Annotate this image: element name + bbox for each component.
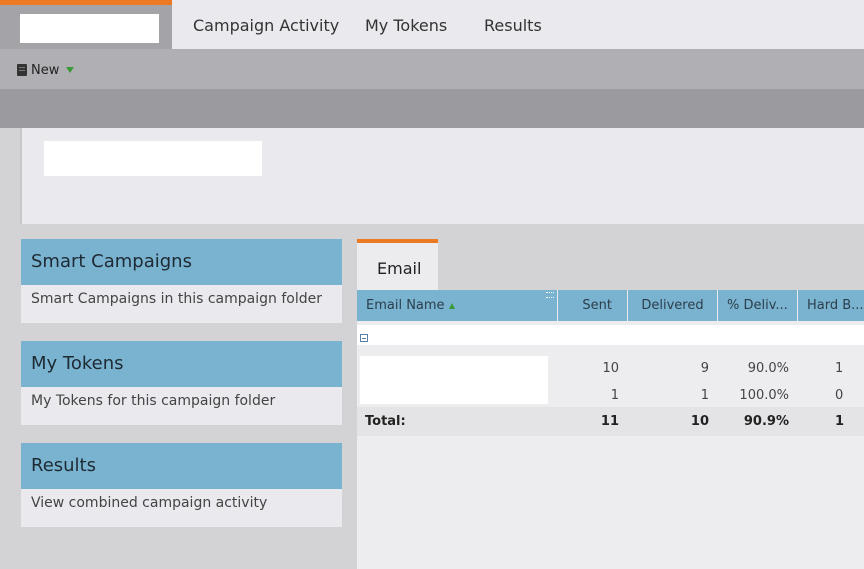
sort-ascending-icon: [448, 302, 455, 309]
card-description: View combined campaign activity: [31, 495, 268, 511]
new-button[interactable]: New: [17, 62, 75, 78]
row-2-delivered: 1: [700, 388, 709, 403]
tab-home[interactable]: [0, 0, 172, 49]
column-percent-delivered[interactable]: % Deliv...: [718, 290, 798, 321]
collapse-icon[interactable]: [360, 334, 368, 342]
row-1-delivered: 9: [700, 361, 709, 376]
header-band: [0, 89, 864, 128]
card-title[interactable]: Results: [21, 443, 342, 489]
tab-results[interactable]: Results: [484, 16, 542, 35]
total-delivered: 10: [690, 414, 709, 429]
card-title[interactable]: Smart Campaigns: [21, 239, 342, 285]
redacted-email-names: [360, 356, 548, 404]
new-button-label: New: [31, 62, 60, 78]
row-2-percent: 100.0%: [739, 388, 789, 403]
row-2-sent: 1: [610, 388, 619, 403]
column-sent[interactable]: Sent: [558, 290, 628, 321]
column-menu-icon[interactable]: [546, 292, 554, 298]
total-hard: 1: [835, 414, 845, 429]
card-results[interactable]: Results View combined campaign activity: [21, 443, 342, 527]
tab-my-tokens[interactable]: My Tokens: [365, 16, 447, 35]
card-description: Smart Campaigns in this campaign folder: [31, 291, 322, 307]
table-header: Email Name Sent Delivered % Deliv... Har…: [357, 290, 864, 321]
column-delivered[interactable]: Delivered: [628, 290, 718, 321]
header-panel: [20, 128, 864, 224]
tab-strip-background: [438, 239, 864, 290]
document-icon: [17, 64, 27, 76]
card-my-tokens[interactable]: My Tokens My Tokens for this campaign fo…: [21, 341, 342, 425]
row-1-percent: 90.0%: [747, 361, 789, 376]
group-row: [357, 325, 864, 345]
redacted-folder-name: [20, 14, 159, 43]
redacted-page-title: [44, 141, 262, 176]
card-smart-campaigns[interactable]: Smart Campaigns Smart Campaigns in this …: [21, 239, 342, 323]
tab-email[interactable]: Email: [357, 239, 438, 290]
card-title[interactable]: My Tokens: [21, 341, 342, 387]
row-1-hard: 1: [835, 361, 844, 376]
total-sent: 11: [600, 414, 619, 429]
toolbar: New: [0, 49, 864, 89]
tab-campaign-activity[interactable]: Campaign Activity: [193, 16, 339, 35]
column-label: Email Name: [366, 298, 445, 313]
row-2-hard: 0: [835, 388, 844, 403]
chevron-down-icon[interactable]: [66, 67, 75, 73]
total-percent: 90.9%: [743, 414, 789, 429]
total-label: Total:: [365, 414, 406, 429]
top-nav: Campaign Activity My Tokens Results: [0, 0, 864, 49]
row-1-sent: 10: [602, 361, 619, 376]
column-hard-bounced[interactable]: Hard B...: [798, 290, 864, 321]
column-email-name[interactable]: Email Name: [357, 290, 558, 321]
card-description: My Tokens for this campaign folder: [31, 393, 276, 409]
